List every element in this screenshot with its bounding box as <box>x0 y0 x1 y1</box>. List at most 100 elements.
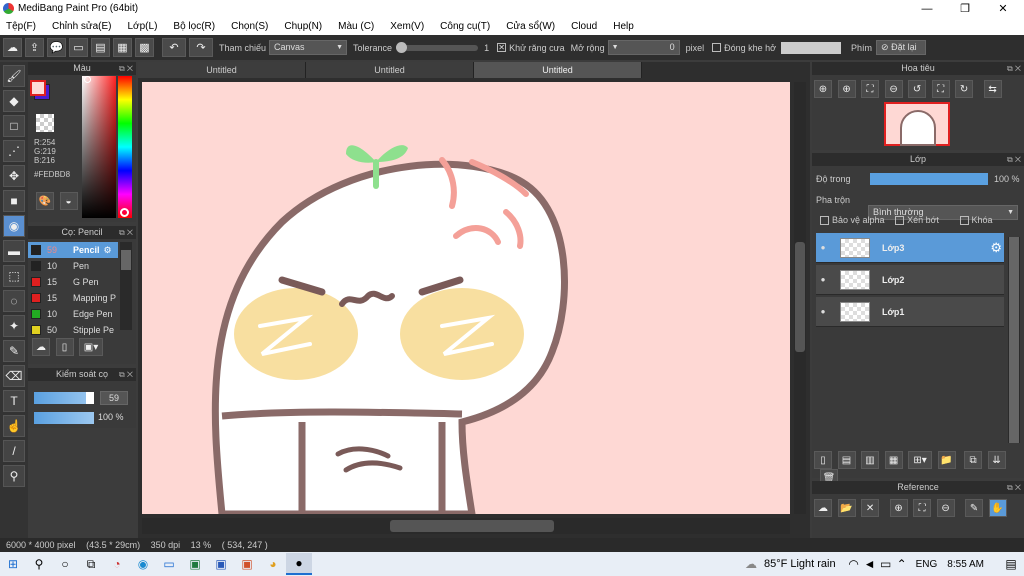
antialias-checkbox[interactable]: ✕ <box>497 43 507 52</box>
brush-item[interactable]: 50 Stipple Pe <box>28 322 118 338</box>
tab-untitled-2[interactable]: Untitled <box>306 62 474 78</box>
search-icon[interactable]: ⚲ <box>26 553 52 575</box>
folder-icon[interactable]: 📁 <box>937 451 956 469</box>
visibility-icon[interactable]: ● <box>816 275 830 284</box>
layer-opacity-slider[interactable] <box>870 173 988 185</box>
fit-window-icon[interactable]: ⛶ <box>913 499 932 517</box>
close-gap-slider[interactable] <box>781 41 842 54</box>
menu-snap[interactable]: Chụp(N) <box>284 21 322 32</box>
excel-icon[interactable]: ▣ <box>182 553 208 575</box>
slider-thumb[interactable] <box>396 41 408 53</box>
layer-row-lop1[interactable]: ● Lớp1 <box>816 297 1004 327</box>
cloud-icon[interactable]: ☁ <box>3 38 22 57</box>
scrollbar-thumb[interactable] <box>795 242 805 352</box>
hue-slider-thumb[interactable] <box>120 208 129 217</box>
layer-row-lop3[interactable]: ● Lớp3 ⚙ <box>816 233 1004 263</box>
system-tray-icon[interactable]: ⌃ <box>894 553 910 575</box>
scrollbar-thumb[interactable] <box>121 250 131 270</box>
menu-window[interactable]: Cửa sổ(W) <box>506 21 555 32</box>
zoom-in-icon[interactable]: ⊕ <box>889 499 908 517</box>
menu-filter[interactable]: Bộ lọc(R) <box>173 21 215 32</box>
word-icon[interactable]: ▣ <box>208 553 234 575</box>
gear-icon[interactable]: ⚙ <box>990 240 1002 256</box>
brush-list-scrollbar[interactable] <box>120 242 132 330</box>
edge-icon[interactable]: ◉ <box>130 553 156 575</box>
brush-cloud-icon[interactable]: ☁ <box>32 338 50 356</box>
brush-item[interactable]: 10 Edge Pen <box>28 306 118 322</box>
panel-icon[interactable]: ▩ <box>135 38 154 57</box>
tolerance-slider[interactable] <box>396 41 479 53</box>
duplicate-layer-icon[interactable]: ⧉ <box>964 451 983 469</box>
clip-checkbox[interactable] <box>895 216 905 226</box>
volume-icon[interactable]: ◄ <box>862 553 878 575</box>
menu-help[interactable]: Help <box>613 21 634 32</box>
windows-start-icon[interactable]: ⊞ <box>0 553 26 575</box>
gear-icon[interactable]: ⚙ <box>104 245 112 256</box>
brush-settings-icon[interactable]: ▣▾ <box>79 338 104 356</box>
hand-icon[interactable]: ✋ <box>988 499 1007 517</box>
brush-opacity-slider[interactable] <box>34 412 94 424</box>
add-layer-menu-icon[interactable]: ⊞▾ <box>908 451 933 469</box>
menu-tools[interactable]: Công cụ(T) <box>440 21 490 32</box>
visibility-icon[interactable]: ● <box>816 307 830 316</box>
panel-popout-icon[interactable]: ⧉ ✕ <box>1007 62 1021 75</box>
close-gap-checkbox[interactable] <box>712 43 722 52</box>
fullscreen-icon[interactable]: ⛶ <box>931 80 950 98</box>
page-icon[interactable]: ▤ <box>91 38 110 57</box>
menu-select[interactable]: Chọn(S) <box>231 21 268 32</box>
visibility-icon[interactable]: ● <box>816 243 830 252</box>
palette-icon[interactable]: 🎨 <box>36 192 54 210</box>
eyedropper-tool-icon[interactable]: ⚲ <box>3 465 25 487</box>
eraser-tool-icon[interactable]: ◆ <box>3 90 25 112</box>
brush-tool-icon[interactable]: 🖌 <box>3 65 25 87</box>
eyedropper-icon[interactable]: ✎ <box>965 499 984 517</box>
new-brush-icon[interactable]: ▯ <box>55 338 74 356</box>
tab-untitled-1[interactable]: Untitled <box>138 62 306 78</box>
navigator-preview[interactable] <box>884 102 950 146</box>
export-icon[interactable]: ⇪ <box>25 38 44 57</box>
weather-icon[interactable]: ☁ <box>738 553 764 575</box>
zoom-fit-icon[interactable]: ⊕ <box>814 80 832 98</box>
minimize-button[interactable]: — <box>912 1 942 17</box>
brush-item[interactable]: 15 G Pen <box>28 274 118 290</box>
chrome-icon[interactable]: ◕ <box>260 553 286 575</box>
menu-view[interactable]: Xem(V) <box>390 21 424 32</box>
layer-list-scrollbar[interactable] <box>1008 237 1020 443</box>
expand-input[interactable]: ▼ 0 <box>607 40 680 55</box>
new-1bit-layer-icon[interactable]: ▦ <box>884 451 903 469</box>
zoom-in-icon[interactable]: ⊕ <box>837 80 856 98</box>
app-icon-1[interactable]: ◔ <box>104 553 130 575</box>
bucket-tool-icon[interactable]: ◉ <box>3 215 25 237</box>
hue-slider[interactable] <box>118 76 132 218</box>
menu-edit[interactable]: Chỉnh sửa(E) <box>52 21 112 32</box>
reference-select[interactable]: Canvas ▼ <box>269 40 348 55</box>
merge-layer-icon[interactable]: ⇊ <box>987 451 1006 469</box>
slider-thumb[interactable] <box>86 392 94 404</box>
medibang-taskbar-icon[interactable]: ● <box>286 553 312 575</box>
rotate-right-icon[interactable]: ↻ <box>955 80 974 98</box>
brush-size-slider[interactable] <box>34 392 94 404</box>
text-tool-icon[interactable]: T <box>3 390 25 412</box>
magic-wand-tool-icon[interactable]: ✦ <box>3 315 25 337</box>
powerpoint-icon[interactable]: ▣ <box>234 553 260 575</box>
close-button[interactable]: ✕ <box>988 1 1018 17</box>
panel-popout-icon[interactable]: ⧉ ✕ <box>119 62 133 75</box>
wifi-icon[interactable]: ◠ <box>846 553 862 575</box>
dot-tool-icon[interactable]: ⋰ <box>3 140 25 162</box>
notification-icon[interactable]: ▤ <box>998 553 1024 575</box>
lasso-tool-icon[interactable]: ◌ <box>3 290 25 312</box>
select-eraser-tool-icon[interactable]: ⌫ <box>3 365 25 387</box>
panel-popout-icon[interactable]: ⧉ ✕ <box>1007 481 1021 494</box>
brush-size-value[interactable]: 59 <box>100 391 128 405</box>
speech-bubble-icon[interactable]: ▭ <box>69 38 88 57</box>
menu-color[interactable]: Màu (C) <box>338 21 374 32</box>
palette-add-icon[interactable]: ◒ <box>59 192 78 210</box>
reset-button[interactable]: ⊘ Đặt lại <box>876 40 927 55</box>
lock-checkbox[interactable] <box>959 216 969 226</box>
panel-popout-icon[interactable]: ⧉ ✕ <box>119 368 133 381</box>
picker-cursor[interactable] <box>84 76 91 83</box>
close-reference-icon[interactable]: ✕ <box>861 499 880 517</box>
reference-cloud-icon[interactable]: ☁ <box>814 499 832 517</box>
weather-text[interactable]: 85°F Light rain <box>764 558 836 570</box>
scrollbar-thumb[interactable] <box>1009 237 1019 443</box>
